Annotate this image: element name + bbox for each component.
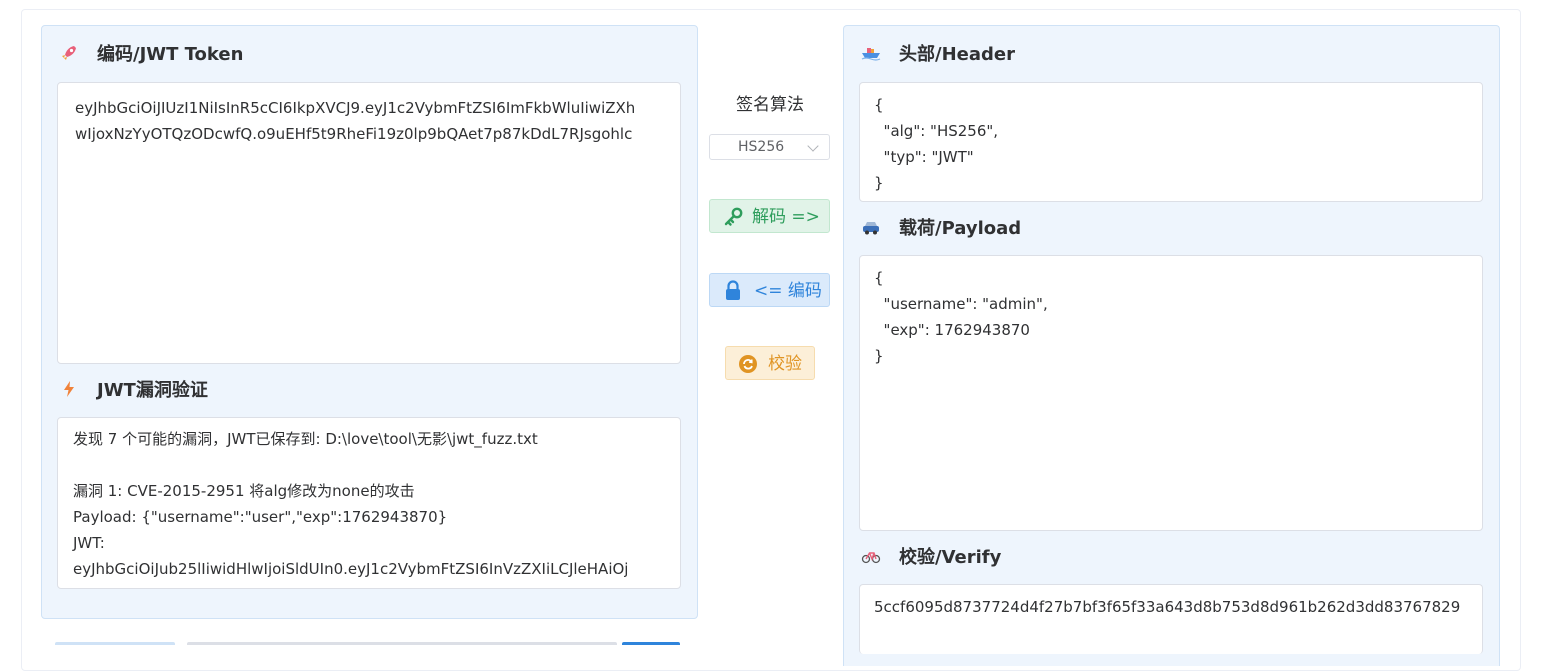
encode-button[interactable]: <= 编码	[709, 273, 830, 307]
decode-button-label: 解码 =>	[752, 207, 820, 227]
bicycle-icon	[860, 547, 882, 569]
encode-button-label: <= 编码	[754, 281, 822, 301]
token-text: eyJhbGciOiJIUzI1NiIsInR5cCI6IkpXVCJ9.eyJ…	[75, 99, 636, 143]
alg-select-value: HS256	[738, 139, 785, 155]
fuzz-output-textarea[interactable]: 发现 7 个可能的漏洞，JWT已保存到: D:\love\tool\无影\jwt…	[57, 417, 681, 589]
payload-json-textarea[interactable]: { "username": "admin", "exp": 1762943870…	[859, 255, 1483, 531]
verify-section-title: 校验/Verify	[899, 547, 1002, 568]
header-json-textarea[interactable]: { "alg": "HS256", "typ": "JWT" }	[859, 82, 1483, 202]
chevron-down-icon	[807, 140, 819, 152]
fuzz-output-text: 发现 7 个可能的漏洞，JWT已保存到: D:\love\tool\无影\jwt…	[73, 430, 629, 578]
encode-section-title: 编码/JWT Token	[97, 44, 244, 65]
verify-button[interactable]: 校验	[725, 346, 815, 380]
payload-json-text: { "username": "admin", "exp": 1762943870…	[874, 269, 1048, 365]
ship-icon	[860, 44, 882, 66]
rocket-icon	[58, 44, 80, 66]
payload-section-title: 载荷/Payload	[899, 218, 1022, 239]
header-json-text: { "alg": "HS256", "typ": "JWT" }	[874, 96, 999, 192]
alg-select[interactable]: HS256	[709, 134, 830, 160]
token-textarea[interactable]: eyJhbGciOiJIUzI1NiIsInR5cCI6IkpXVCJ9.eyJ…	[57, 82, 681, 364]
header-section-title: 头部/Header	[899, 44, 1015, 65]
alg-label: 签名算法	[736, 95, 804, 115]
verify-button-label: 校验	[768, 354, 802, 374]
verify-textarea[interactable]: 5ccf6095d8737724d4f27b7bf3f65f33a643d8b7…	[859, 584, 1483, 654]
lock-icon	[724, 274, 742, 320]
car-icon	[860, 218, 882, 240]
fuzz-section-title: JWT漏洞验证	[97, 380, 208, 401]
lightning-icon	[58, 380, 80, 402]
decode-button[interactable]: 解码 =>	[709, 199, 830, 233]
refresh-icon	[738, 347, 758, 393]
verify-text: 5ccf6095d8737724d4f27b7bf3f65f33a643d8b7…	[874, 598, 1461, 616]
key-icon	[723, 200, 743, 246]
